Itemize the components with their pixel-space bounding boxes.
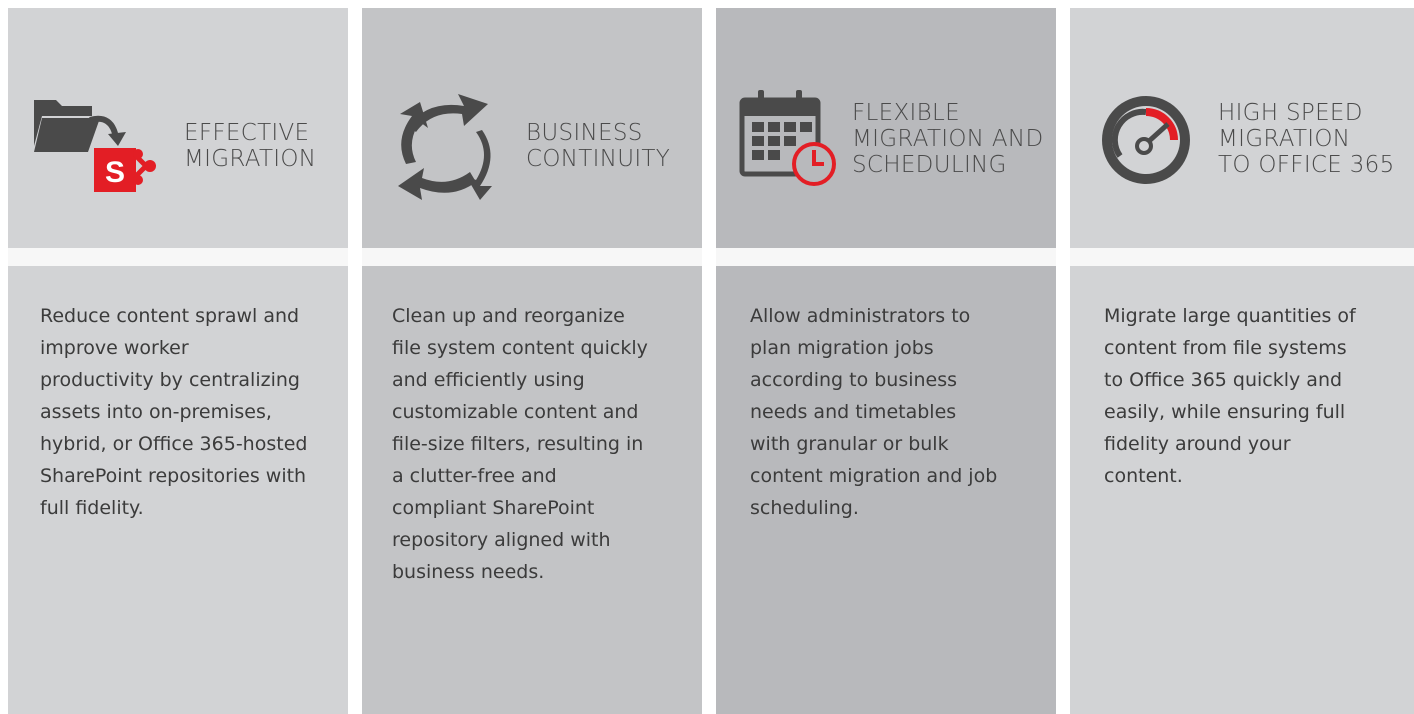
calendar-clock-icon: [738, 88, 848, 202]
feature-column-business-continuity: BUSINESS CONTINUITY Clean up and reorgan…: [362, 8, 702, 714]
feature-title: FLEXIBLE MIGRATION AND SCHEDULING: [852, 100, 1044, 178]
feature-header: S EFFECTIVE MIGRATION: [8, 8, 348, 248]
feature-header: BUSINESS CONTINUITY: [362, 8, 702, 248]
divider: [8, 248, 348, 266]
feature-description: Clean up and reorganize file system cont…: [392, 305, 648, 583]
speedometer-icon: [1096, 90, 1206, 204]
feature-header: HIGH SPEED MIGRATION TO OFFICE 365: [1070, 8, 1414, 248]
svg-text:S: S: [105, 156, 125, 189]
feature-body: Clean up and reorganize file system cont…: [362, 266, 702, 714]
feature-description: Allow administrators to plan migration j…: [750, 305, 998, 519]
sharepoint-migration-icon: S: [32, 90, 172, 204]
divider: [362, 248, 702, 266]
feature-description: Reduce content sprawl and improve worker…: [40, 305, 308, 519]
feature-column-high-speed: HIGH SPEED MIGRATION TO OFFICE 365 Migra…: [1070, 8, 1414, 714]
feature-body: Migrate large quantities of content from…: [1070, 266, 1414, 714]
divider: [716, 248, 1056, 266]
divider: [1070, 248, 1414, 266]
feature-header: FLEXIBLE MIGRATION AND SCHEDULING: [716, 8, 1056, 248]
feature-description: Migrate large quantities of content from…: [1104, 305, 1356, 487]
feature-title: HIGH SPEED MIGRATION TO OFFICE 365: [1218, 100, 1395, 178]
feature-body: Allow administrators to plan migration j…: [716, 266, 1056, 714]
feature-title: EFFECTIVE MIGRATION: [184, 120, 317, 172]
feature-title: BUSINESS CONTINUITY: [526, 120, 671, 172]
feature-body: Reduce content sprawl and improve worker…: [8, 266, 348, 714]
cycle-arrows-icon: [390, 90, 500, 204]
feature-column-flexible-migration: FLEXIBLE MIGRATION AND SCHEDULING Allow …: [716, 8, 1056, 714]
feature-column-effective-migration: S EFFECTIVE MIGRATION Reduce content spr…: [8, 8, 348, 714]
